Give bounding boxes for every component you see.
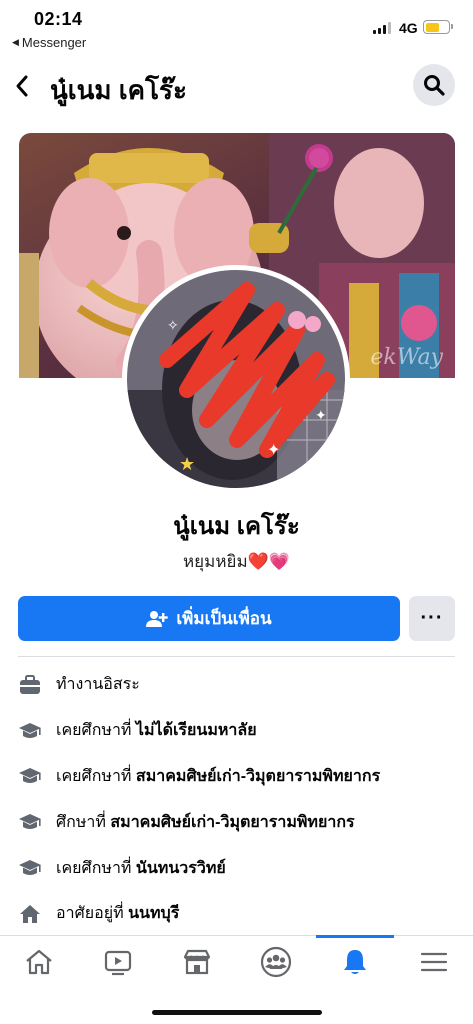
detail-text[interactable]: นันทนวรวิทย์ xyxy=(136,860,226,877)
detail-location[interactable]: อาศัยอยู่ที่ นนทบุรี xyxy=(0,891,473,937)
profile-details: ทำงานอิสระ เคยศึกษาที่ ไม่ได้เรียนมหาลัย… xyxy=(0,662,473,937)
status-bar: 02:14 ◀ Messenger 4G xyxy=(0,0,473,52)
back-triangle-icon: ◀ xyxy=(12,37,19,47)
detail-education[interactable]: ศึกษาที่ สมาคมศิษย์เก่า-วิมุตยารามพิทยาก… xyxy=(0,799,473,845)
nav-groups[interactable] xyxy=(237,936,315,988)
marketplace-icon xyxy=(183,949,211,975)
search-button[interactable] xyxy=(413,64,455,106)
add-friend-button[interactable]: เพิ่มเป็นเพื่อน xyxy=(18,596,400,641)
detail-education[interactable]: เคยศึกษาที่ นันทนวรวิทย์ xyxy=(0,845,473,891)
nav-marketplace[interactable] xyxy=(158,936,236,988)
detail-education[interactable]: เคยศึกษาที่ สมาคมศิษย์เก่า-วิมุตยารามพิท… xyxy=(0,754,473,800)
graduation-cap-icon xyxy=(18,810,42,834)
profile-avatar[interactable]: ★ ✦ ✧ ✦ xyxy=(122,265,350,493)
nav-notifications[interactable] xyxy=(316,935,394,988)
back-to-app-link[interactable]: ◀ Messenger xyxy=(12,35,86,50)
divider xyxy=(18,656,455,657)
detail-education[interactable]: เคยศึกษาที่ ไม่ได้เรียนมหาลัย xyxy=(0,708,473,754)
back-button[interactable] xyxy=(8,66,36,106)
detail-prefix: ศึกษาที่ xyxy=(56,813,111,831)
status-time: 02:14 xyxy=(34,9,83,29)
svg-text:★: ★ xyxy=(179,454,195,475)
detail-text[interactable]: ไม่ได้เรียนมหาลัย xyxy=(136,722,257,739)
graduation-cap-icon xyxy=(18,719,42,743)
header-title: นู๋เนม เคโร๊ะ xyxy=(50,75,187,105)
home-icon xyxy=(26,949,52,975)
bell-icon xyxy=(344,950,366,974)
add-friend-label: เพิ่มเป็นเพื่อน xyxy=(176,609,272,628)
detail-prefix: อาศัยอยู่ที่ xyxy=(56,905,129,923)
detail-prefix: เคยศึกษาที่ xyxy=(56,767,136,785)
signal-icon xyxy=(373,22,391,34)
profile-header: นู๋เนม เคโร๊ะ xyxy=(0,60,473,112)
battery-icon xyxy=(423,20,453,34)
detail-prefix: เคยศึกษาที่ xyxy=(56,859,136,877)
detail-work: ทำงานอิสระ xyxy=(0,662,473,708)
briefcase-icon xyxy=(18,673,42,697)
svg-text:✧: ✧ xyxy=(167,318,179,334)
detail-prefix: เคยศึกษาที่ xyxy=(56,722,136,740)
graduation-cap-icon xyxy=(18,764,42,788)
groups-icon xyxy=(260,946,292,978)
profile-bio: หยุมหยิม❤️💗 xyxy=(182,552,291,571)
menu-icon xyxy=(420,952,448,972)
svg-text:✦: ✦ xyxy=(267,440,280,459)
chevron-left-icon xyxy=(16,75,28,97)
network-type: 4G xyxy=(399,20,418,36)
graduation-cap-icon xyxy=(18,856,42,880)
profile-name: นู๋เนม เคโร๊ะ xyxy=(173,513,300,540)
search-icon xyxy=(424,75,445,96)
more-options-button[interactable]: ··· xyxy=(409,596,455,641)
nav-menu[interactable] xyxy=(395,936,473,988)
house-icon xyxy=(18,902,42,926)
detail-text[interactable]: สมาคมศิษย์เก่า-วิมุตยารามพิทยากร xyxy=(110,814,354,831)
add-person-icon xyxy=(146,610,169,627)
nav-video[interactable] xyxy=(79,936,157,988)
video-icon xyxy=(104,950,132,976)
nav-home[interactable] xyxy=(0,936,78,988)
home-indicator xyxy=(152,1010,322,1015)
back-app-label: Messenger xyxy=(21,35,87,50)
detail-text[interactable]: สมาคมศิษย์เก่า-วิมุตยารามพิทยากร xyxy=(136,768,380,785)
detail-text: ทำงานอิสระ xyxy=(56,676,140,694)
avatar-image: ★ ✦ ✧ ✦ xyxy=(127,270,345,488)
more-icon: ··· xyxy=(420,607,444,629)
svg-text:✦: ✦ xyxy=(315,408,327,424)
detail-text[interactable]: นนทบุรี xyxy=(128,905,179,922)
cover-watermark: ekWay xyxy=(370,345,443,370)
